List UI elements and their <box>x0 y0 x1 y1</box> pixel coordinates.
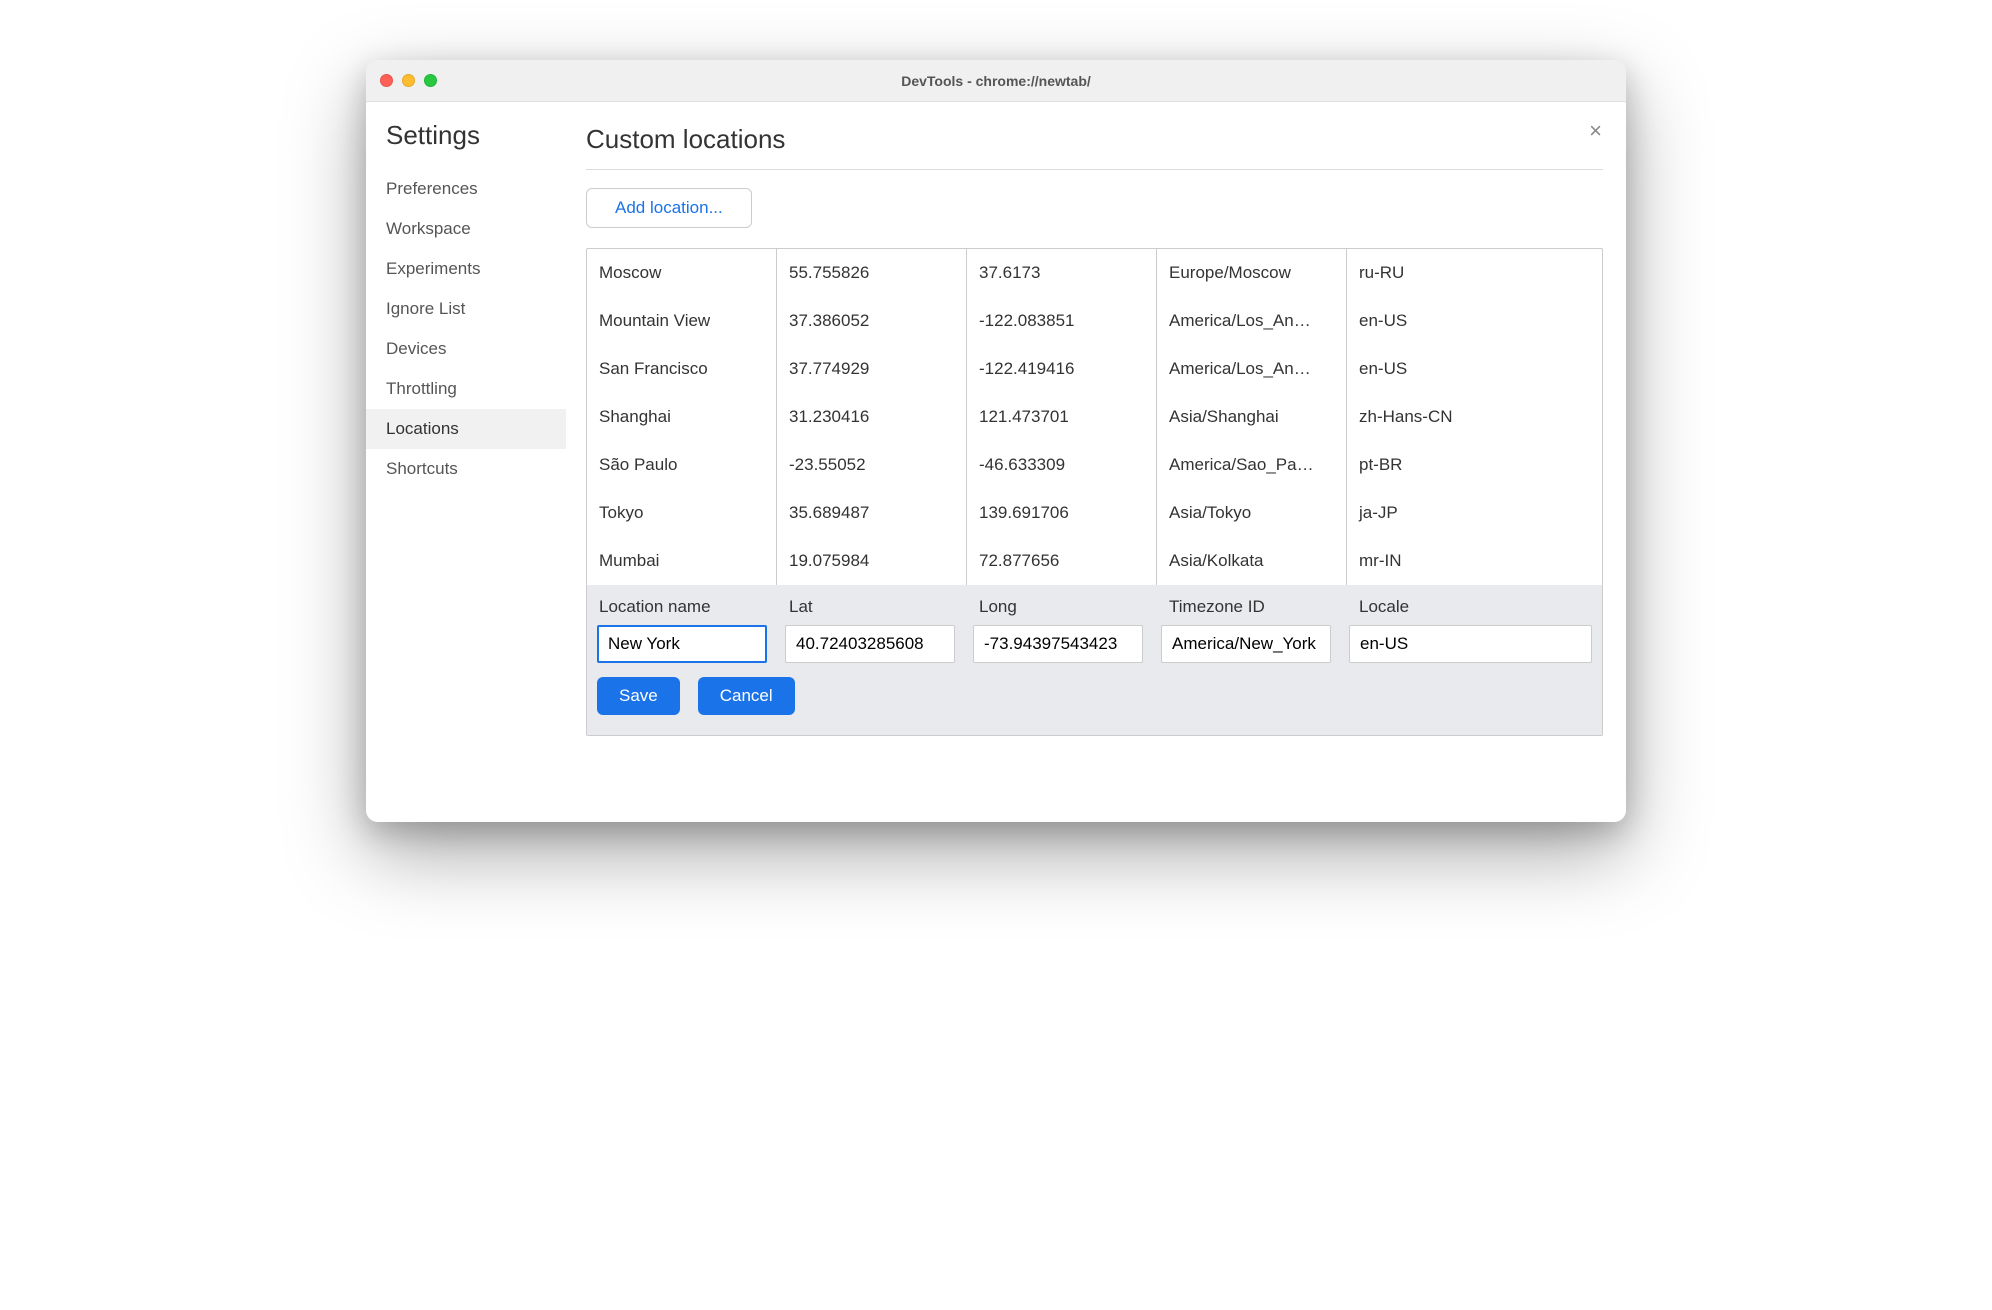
sidebar-item-devices[interactable]: Devices <box>366 329 566 369</box>
cell-timezone: America/Los_An… <box>1157 297 1347 345</box>
label-lat: Lat <box>777 597 967 617</box>
cell-timezone: Asia/Kolkata <box>1157 537 1347 585</box>
cell-timezone: Europe/Moscow <box>1157 249 1347 297</box>
cell-name: San Francisco <box>587 345 777 393</box>
sidebar-item-throttling[interactable]: Throttling <box>366 369 566 409</box>
sidebar-item-experiments[interactable]: Experiments <box>366 249 566 289</box>
sidebar-item-shortcuts[interactable]: Shortcuts <box>366 449 566 489</box>
window-title: DevTools - chrome://newtab/ <box>366 73 1626 89</box>
sidebar-item-locations[interactable]: Locations <box>366 409 566 449</box>
table-row[interactable]: São Paulo -23.55052 -46.633309 America/S… <box>587 441 1602 489</box>
cell-name: Mountain View <box>587 297 777 345</box>
sidebar-item-preferences[interactable]: Preferences <box>366 169 566 209</box>
cell-timezone: America/Sao_Pa… <box>1157 441 1347 489</box>
window-zoom-button[interactable] <box>424 74 437 87</box>
cell-lat: 35.689487 <box>777 489 967 537</box>
location-editor: Location name Lat Long Timezone ID Local… <box>587 585 1602 735</box>
cell-locale: en-US <box>1347 297 1602 345</box>
traffic-lights <box>380 74 437 87</box>
devtools-window: DevTools - chrome://newtab/ × Settings P… <box>366 60 1626 822</box>
cell-lat: 19.075984 <box>777 537 967 585</box>
close-icon[interactable]: × <box>1589 120 1602 142</box>
label-locale: Locale <box>1347 597 1602 617</box>
cell-locale: ja-JP <box>1347 489 1602 537</box>
cell-timezone: Asia/Shanghai <box>1157 393 1347 441</box>
locale-input[interactable] <box>1349 625 1592 663</box>
cell-timezone: Asia/Tokyo <box>1157 489 1347 537</box>
table-row[interactable]: Mountain View 37.386052 -122.083851 Amer… <box>587 297 1602 345</box>
editor-inputs-row <box>587 625 1602 677</box>
cell-long: -122.419416 <box>967 345 1157 393</box>
cell-locale: en-US <box>1347 345 1602 393</box>
cell-lat: 55.755826 <box>777 249 967 297</box>
locations-table: Moscow 55.755826 37.6173 Europe/Moscow r… <box>586 248 1603 736</box>
cell-name: Tokyo <box>587 489 777 537</box>
titlebar: DevTools - chrome://newtab/ <box>366 60 1626 102</box>
cell-name: Mumbai <box>587 537 777 585</box>
cell-lat: 37.386052 <box>777 297 967 345</box>
timezone-id-input[interactable] <box>1161 625 1331 663</box>
label-location-name: Location name <box>587 597 777 617</box>
cell-name: Moscow <box>587 249 777 297</box>
lat-input[interactable] <box>785 625 955 663</box>
sidebar-item-ignore-list[interactable]: Ignore List <box>366 289 566 329</box>
label-long: Long <box>967 597 1157 617</box>
cell-timezone: America/Los_An… <box>1157 345 1347 393</box>
cell-locale: ru-RU <box>1347 249 1602 297</box>
long-input[interactable] <box>973 625 1143 663</box>
sidebar-title: Settings <box>366 120 566 169</box>
cell-long: -46.633309 <box>967 441 1157 489</box>
window-close-button[interactable] <box>380 74 393 87</box>
main-panel: Custom locations Add location... Moscow … <box>566 102 1626 822</box>
editor-buttons-row: Save Cancel <box>587 677 1602 735</box>
cell-name: São Paulo <box>587 441 777 489</box>
settings-sidebar: Settings Preferences Workspace Experimen… <box>366 102 566 822</box>
cell-lat: 31.230416 <box>777 393 967 441</box>
table-row[interactable]: San Francisco 37.774929 -122.419416 Amer… <box>587 345 1602 393</box>
cell-long: 37.6173 <box>967 249 1157 297</box>
cell-long: 72.877656 <box>967 537 1157 585</box>
sidebar-item-workspace[interactable]: Workspace <box>366 209 566 249</box>
page-title: Custom locations <box>586 124 1603 170</box>
cell-locale: pt-BR <box>1347 441 1602 489</box>
cell-long: -122.083851 <box>967 297 1157 345</box>
table-row[interactable]: Shanghai 31.230416 121.473701 Asia/Shang… <box>587 393 1602 441</box>
table-row[interactable]: Tokyo 35.689487 139.691706 Asia/Tokyo ja… <box>587 489 1602 537</box>
window-minimize-button[interactable] <box>402 74 415 87</box>
table-row[interactable]: Moscow 55.755826 37.6173 Europe/Moscow r… <box>587 249 1602 297</box>
cell-locale: zh-Hans-CN <box>1347 393 1602 441</box>
editor-labels-row: Location name Lat Long Timezone ID Local… <box>587 585 1602 625</box>
content-area: × Settings Preferences Workspace Experim… <box>366 102 1626 822</box>
location-name-input[interactable] <box>597 625 767 663</box>
label-timezone-id: Timezone ID <box>1157 597 1347 617</box>
table-row[interactable]: Mumbai 19.075984 72.877656 Asia/Kolkata … <box>587 537 1602 585</box>
cell-name: Shanghai <box>587 393 777 441</box>
save-button[interactable]: Save <box>597 677 680 715</box>
cancel-button[interactable]: Cancel <box>698 677 795 715</box>
cell-long: 121.473701 <box>967 393 1157 441</box>
add-location-button[interactable]: Add location... <box>586 188 752 228</box>
cell-locale: mr-IN <box>1347 537 1602 585</box>
cell-lat: 37.774929 <box>777 345 967 393</box>
cell-long: 139.691706 <box>967 489 1157 537</box>
cell-lat: -23.55052 <box>777 441 967 489</box>
